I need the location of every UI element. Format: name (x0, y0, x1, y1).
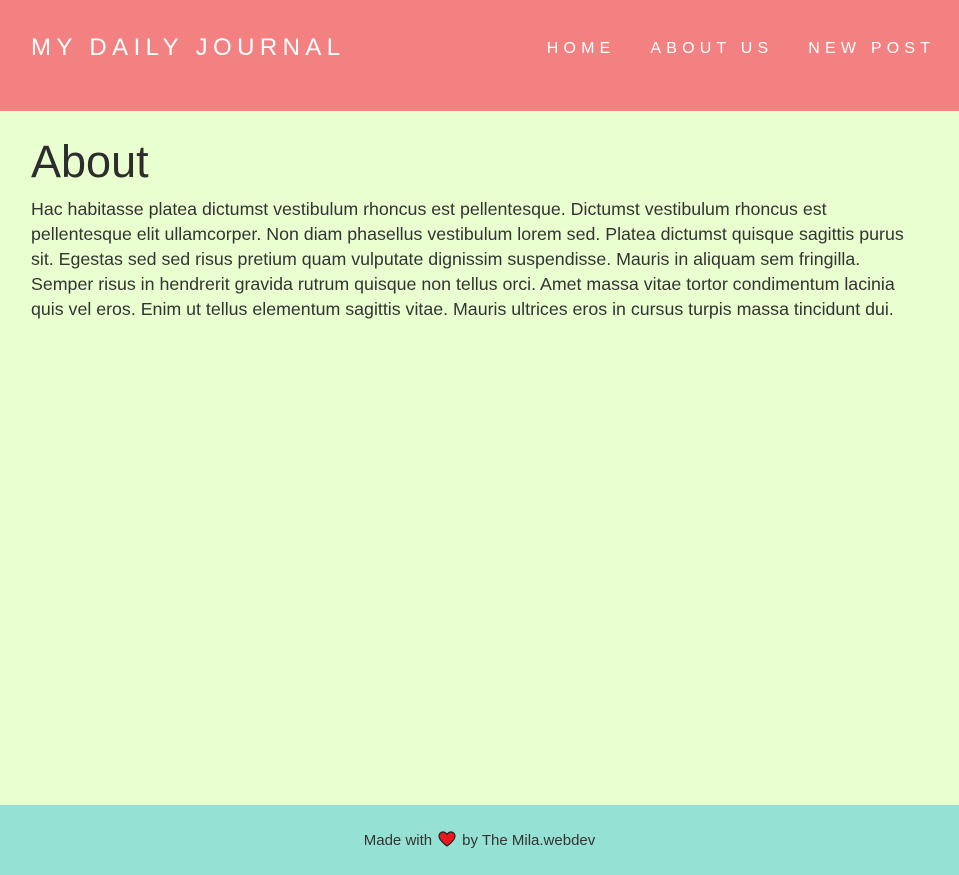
heart-icon (438, 831, 456, 847)
page-body-text: Hac habitasse platea dictumst vestibulum… (31, 199, 904, 319)
nav-link-new-post[interactable]: NEW POST (808, 39, 935, 59)
navbar: MY DAILY JOURNAL HOME ABOUT US NEW POST (0, 0, 959, 111)
footer-suffix: by The Mila.webdev (462, 831, 596, 849)
brand-logo-link[interactable]: MY DAILY JOURNAL (31, 33, 345, 63)
nav-link-about-us[interactable]: ABOUT US (650, 39, 773, 59)
nav-link-home[interactable]: HOME (547, 39, 616, 59)
footer-prefix: Made with (363, 831, 433, 849)
nav-links: HOME ABOUT US NEW POST (547, 39, 930, 59)
footer: Made with by The Mila.webdev (0, 805, 959, 875)
page-title: About (31, 136, 149, 187)
main-content: About Hac habitasse platea dictumst vest… (31, 111, 926, 322)
